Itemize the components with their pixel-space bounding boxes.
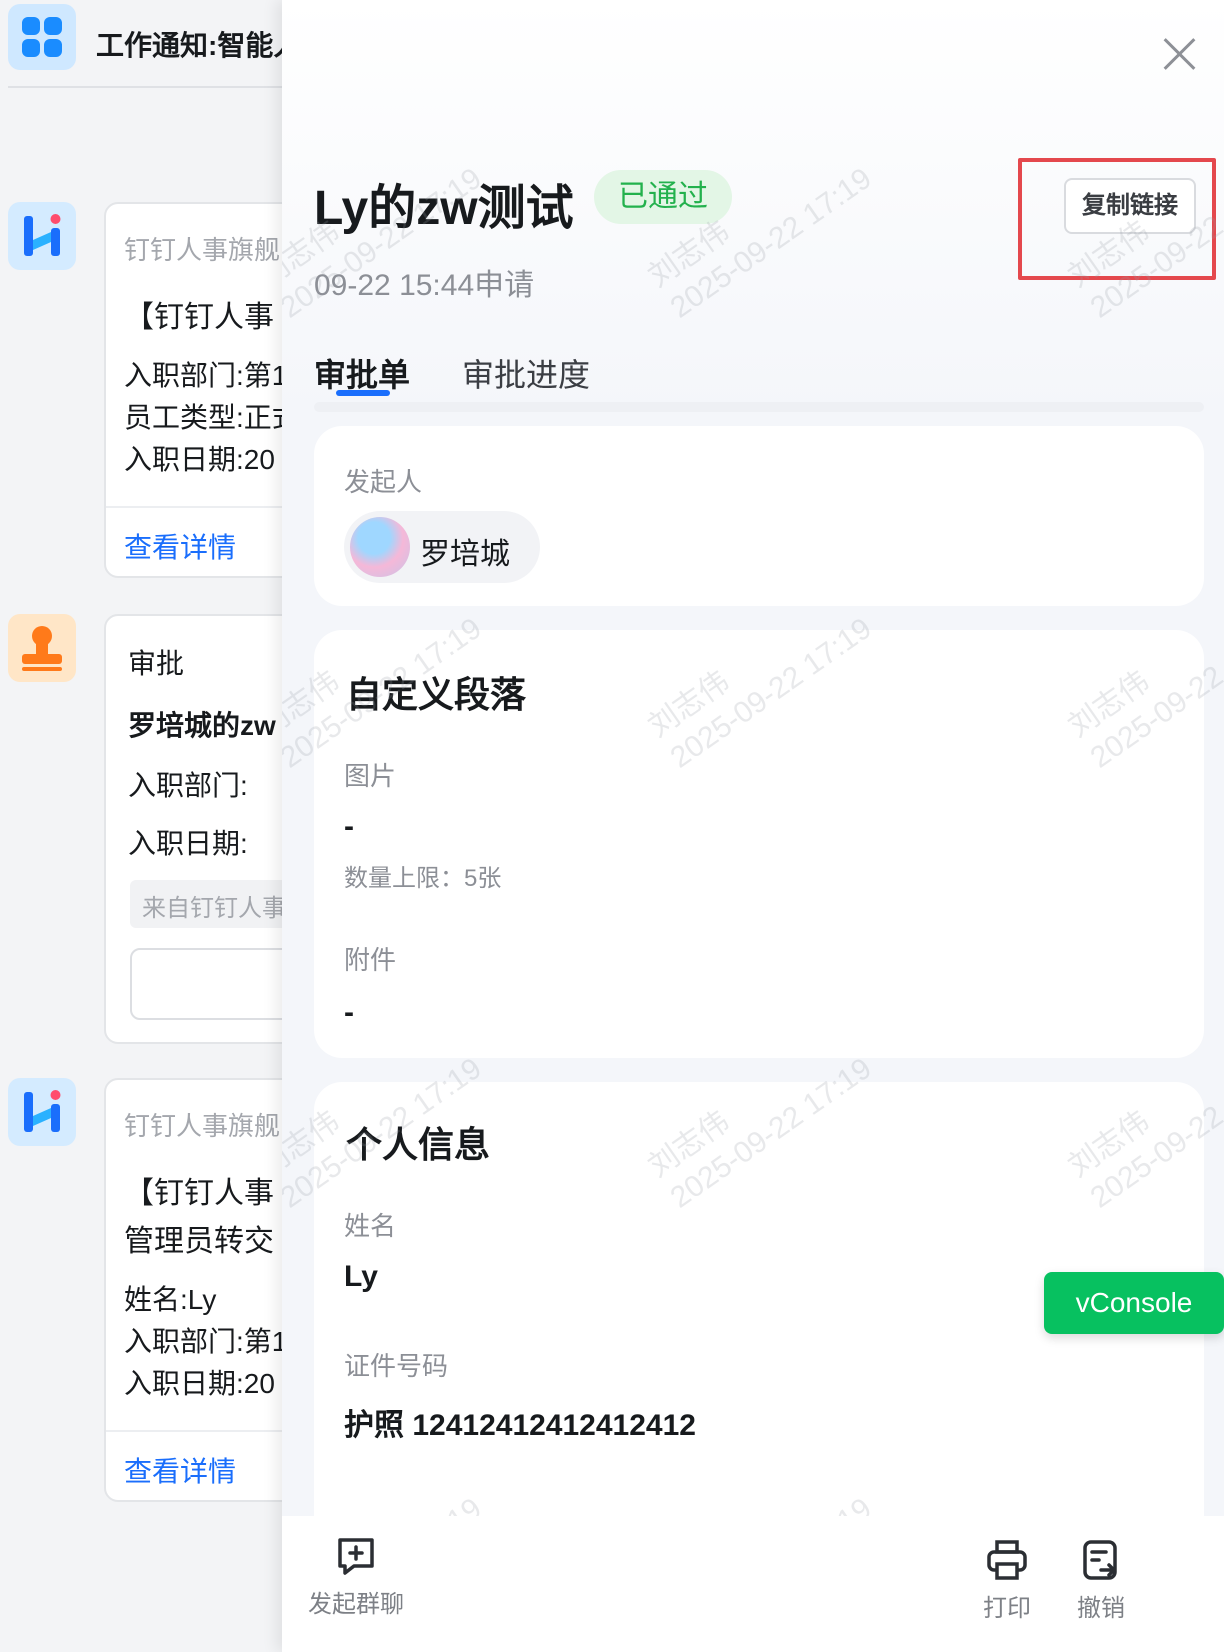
revoke-button[interactable]: 撤销 xyxy=(1066,1538,1136,1623)
attachment-label: 附件 xyxy=(344,945,397,975)
revoke-label: 撤销 xyxy=(1077,1595,1125,1622)
group-chat-button[interactable]: 发起群聊 xyxy=(306,1534,406,1619)
image-value: - xyxy=(344,810,354,843)
status-badge: 已通过 xyxy=(594,170,732,224)
view-details-link[interactable]: 查看详情 xyxy=(124,1450,236,1490)
workbench-app-icon[interactable] xyxy=(8,4,76,70)
card-source: 钉钉人事旗舰 xyxy=(124,235,281,265)
id-value: 护照 12412412412412412 xyxy=(344,1409,696,1442)
group-chat-label: 发起群聊 xyxy=(308,1591,404,1618)
feed-title: 工作通知:智能人 xyxy=(96,30,302,61)
section-title: 个人信息 xyxy=(346,1124,491,1165)
tab-approval-progress[interactable]: 审批进度 xyxy=(462,350,590,396)
approval-app-icon[interactable] xyxy=(8,614,76,682)
close-icon[interactable] xyxy=(1162,36,1198,72)
card-line: 入职部门:第1 xyxy=(124,360,288,391)
chat-feed: 工作通知:智能人 钉钉人事旗舰 【钉钉人事 入职部门:第1 员工类型:正式 入职… xyxy=(0,0,328,1652)
initiator-section: 发起人 罗培城 xyxy=(314,426,1204,606)
initiator-label: 发起人 xyxy=(344,467,423,497)
feed-header: 工作通知:智能人 xyxy=(8,0,302,88)
bottom-action-bar: 发起群聊 打印 撤销 xyxy=(282,1516,1224,1652)
card-source: 钉钉人事旗舰 xyxy=(124,1111,281,1141)
card-line: 员工类型:正式 xyxy=(124,402,300,433)
card-line: 入职部门:第1 xyxy=(124,1326,288,1357)
image-label: 图片 xyxy=(344,761,397,791)
card-headline: 【钉钉人事 xyxy=(124,301,274,334)
grid-icon xyxy=(22,17,62,57)
print-button[interactable]: 打印 xyxy=(972,1538,1042,1623)
submitted-time: 09-22 15:44申请 xyxy=(314,269,535,302)
card-headline: 【钉钉人事 xyxy=(124,1177,274,1210)
card-line: 入职日期: xyxy=(128,828,248,859)
vconsole-button[interactable]: vConsole xyxy=(1044,1272,1224,1334)
hr-app-icon[interactable] xyxy=(8,1078,76,1146)
highlight-box xyxy=(1018,158,1216,280)
chip-label: 来自钉钉人事 xyxy=(142,895,286,922)
name-value: Ly xyxy=(344,1260,378,1293)
card-headline: 罗培城的zw xyxy=(128,710,276,741)
custom-section: 自定义段落 图片 - 数量上限：5张 附件 - xyxy=(314,630,1204,1058)
avatar xyxy=(350,517,410,577)
card-line: 入职部门: xyxy=(128,770,248,801)
hr-app-icon[interactable] xyxy=(8,202,76,270)
hr-logo-icon xyxy=(24,214,61,256)
initiator-chip[interactable]: 罗培城 xyxy=(344,511,540,583)
printer-icon xyxy=(987,1540,1027,1580)
image-limit-hint: 数量上限：5张 xyxy=(344,865,502,892)
approval-title: Ly的zw测试 xyxy=(314,182,574,235)
active-tab-indicator xyxy=(336,390,390,396)
stamp-icon xyxy=(22,626,62,671)
revoke-icon xyxy=(1083,1540,1117,1580)
card-headline-2: 管理员转交 xyxy=(124,1225,274,1258)
approval-drawer: Ly的zw测试 已通过 09-22 15:44申请 复制链接 审批单 审批进度 … xyxy=(282,0,1224,1652)
initiator-name: 罗培城 xyxy=(420,538,510,571)
card-line: 入职日期:20 xyxy=(124,1368,275,1399)
card-line: 姓名:Ly xyxy=(124,1284,217,1315)
card-line: 入职日期:20 xyxy=(124,444,275,475)
attachment-value: - xyxy=(344,996,354,1029)
print-label: 打印 xyxy=(983,1595,1031,1622)
name-label: 姓名 xyxy=(344,1211,397,1241)
chat-add-icon xyxy=(338,1538,374,1575)
tab-divider xyxy=(314,402,1204,412)
section-title: 自定义段落 xyxy=(346,674,527,715)
id-label: 证件号码 xyxy=(344,1351,449,1381)
hr-logo-icon xyxy=(24,1090,61,1132)
view-details-link[interactable]: 查看详情 xyxy=(124,526,236,566)
card-source: 审批 xyxy=(128,648,185,679)
